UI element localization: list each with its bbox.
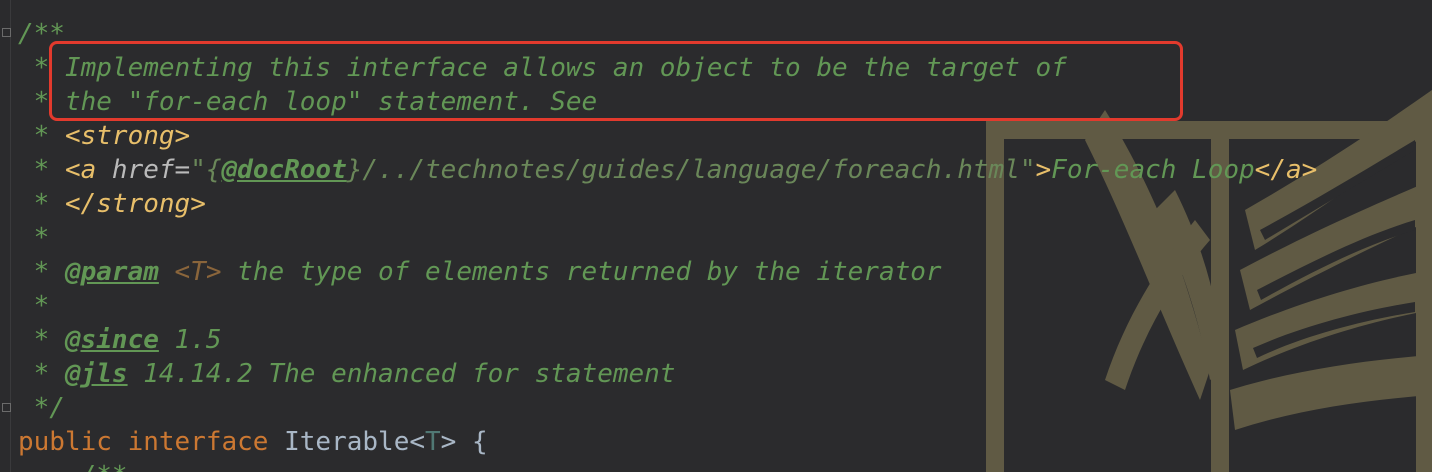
annotation-highlight-box [49, 41, 1183, 121]
comment-star: * [18, 189, 65, 219]
code-line: * @jls 14.14.2 The enhanced for statemen… [18, 357, 1317, 391]
code-line: * [18, 289, 1317, 323]
comment-text: * [18, 223, 50, 253]
link-text: For-each Loop [1051, 155, 1255, 185]
comment-star: * [18, 325, 65, 355]
fold-marker-icon[interactable] [2, 403, 11, 412]
inline-tag-brace: { [205, 155, 222, 185]
html-tag: <strong> [64, 121, 191, 151]
interface-name[interactable]: Iterable [284, 427, 409, 457]
javadoc-tag[interactable]: @jls [65, 359, 128, 389]
code-line: * </strong> [18, 187, 1317, 221]
editor-gutter [0, 0, 11, 472]
javadoc-tag[interactable]: @since [65, 325, 159, 355]
inline-tag-brace: } [346, 155, 363, 185]
comment-star: * [18, 121, 65, 151]
generic-bracket: < [409, 427, 426, 457]
fold-marker-icon[interactable] [2, 28, 11, 37]
attribute-quote: " [190, 155, 206, 185]
html-tag: <a [64, 155, 97, 185]
comment-text: 1.5 [158, 325, 222, 355]
code-line: /** [18, 459, 1317, 472]
html-attribute: href= [96, 155, 191, 185]
comment-text: the type of elements returned by the ite… [221, 257, 942, 287]
keyword: public [18, 427, 112, 457]
type-param: T [425, 427, 441, 457]
html-tag: > [1035, 155, 1052, 185]
attribute-value: /../technotes/guides/language/foreach.ht… [362, 155, 1020, 185]
code-line: * <a href="{@docRoot}/../technotes/guide… [18, 153, 1318, 187]
code-line: * @param <T> the type of elements return… [18, 255, 1317, 289]
open-brace: { [456, 427, 488, 457]
comment-text: 14.14.2 The enhanced for statement [127, 359, 676, 389]
docroot-link[interactable]: @docRoot [222, 155, 347, 185]
code-line: * @since 1.5 [18, 323, 1317, 357]
html-tag: </a> [1254, 155, 1318, 185]
html-tag: </strong> [64, 189, 206, 219]
generic-bracket: > [440, 427, 457, 457]
comment-star: * [18, 257, 65, 287]
comment-star: * [18, 359, 65, 389]
attribute-quote: " [1019, 155, 1036, 185]
type-param: <T> [174, 257, 222, 287]
code-line: * <strong> [18, 119, 1317, 153]
code-editor[interactable]: /** * Implementing this interface allows… [0, 0, 1432, 472]
code-line: public interface Iterable<T> { [18, 425, 1317, 459]
keyword: interface [127, 427, 269, 457]
code-line: */ [18, 391, 1317, 425]
comment-text: */ [18, 393, 65, 423]
comment-text: /** [18, 461, 128, 472]
comment-text: * [18, 291, 50, 321]
code-line: * [18, 221, 1317, 255]
javadoc-tag[interactable]: @param [65, 257, 159, 287]
comment-star: * [18, 155, 65, 185]
